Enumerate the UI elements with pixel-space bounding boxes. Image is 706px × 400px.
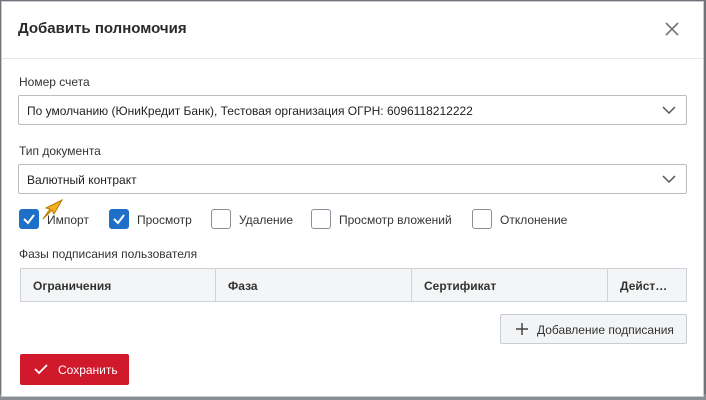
column-header-label: Ограничения <box>33 279 112 293</box>
pointer-cursor-icon <box>42 198 64 220</box>
dialog-title: Добавить полномочия <box>18 20 187 37</box>
add-signing-label: Добавление подписания <box>537 323 674 337</box>
add-signing-button[interactable]: Добавление подписания <box>500 314 687 344</box>
save-label: Сохранить <box>58 363 118 377</box>
checkbox-label: Просмотр <box>137 213 192 227</box>
doc-type-value: Валютный контракт <box>27 173 137 187</box>
checkbox-label: Просмотр вложений <box>339 213 452 227</box>
account-select[interactable]: По умолчанию (ЮниКредит Банк), Тестовая … <box>18 95 687 125</box>
column-header[interactable]: Фаза <box>216 269 412 301</box>
doc-type-label: Тип документа <box>19 144 101 158</box>
checkbox-box[interactable] <box>311 209 331 229</box>
checkbox-box[interactable] <box>109 209 129 229</box>
column-header[interactable]: Ограничения <box>21 269 216 301</box>
check-icon <box>34 364 48 375</box>
phases-table: Ограничения Фаза Сертификат Дейст… <box>20 268 687 302</box>
column-header-label: Дейст… <box>620 279 668 293</box>
column-header[interactable]: Дейст… <box>608 269 686 301</box>
save-button[interactable]: Сохранить <box>20 354 129 385</box>
checkbox-box[interactable] <box>211 209 231 229</box>
check-icon <box>23 214 35 225</box>
account-label: Номер счета <box>19 75 90 89</box>
checkbox-box[interactable] <box>19 209 39 229</box>
add-permissions-dialog: Добавить полномочия Номер счета По умолч… <box>1 1 704 397</box>
checkbox-label: Удаление <box>239 213 294 227</box>
column-header-label: Сертификат <box>424 279 497 293</box>
plus-icon <box>516 323 528 335</box>
column-header[interactable]: Сертификат <box>412 269 608 301</box>
dialog-header: Добавить полномочия <box>2 2 703 59</box>
check-icon <box>113 214 125 225</box>
close-icon[interactable] <box>663 20 681 38</box>
checkbox-label: Отклонение <box>500 213 568 227</box>
column-header-label: Фаза <box>228 279 258 293</box>
checkbox-box[interactable] <box>472 209 492 229</box>
account-value: По умолчанию (ЮниКредит Банк), Тестовая … <box>27 104 473 118</box>
phases-label: Фазы подписания пользователя <box>19 247 198 261</box>
doc-type-select[interactable]: Валютный контракт <box>18 164 687 194</box>
chevron-down-icon <box>662 175 676 184</box>
chevron-down-icon <box>662 106 676 115</box>
